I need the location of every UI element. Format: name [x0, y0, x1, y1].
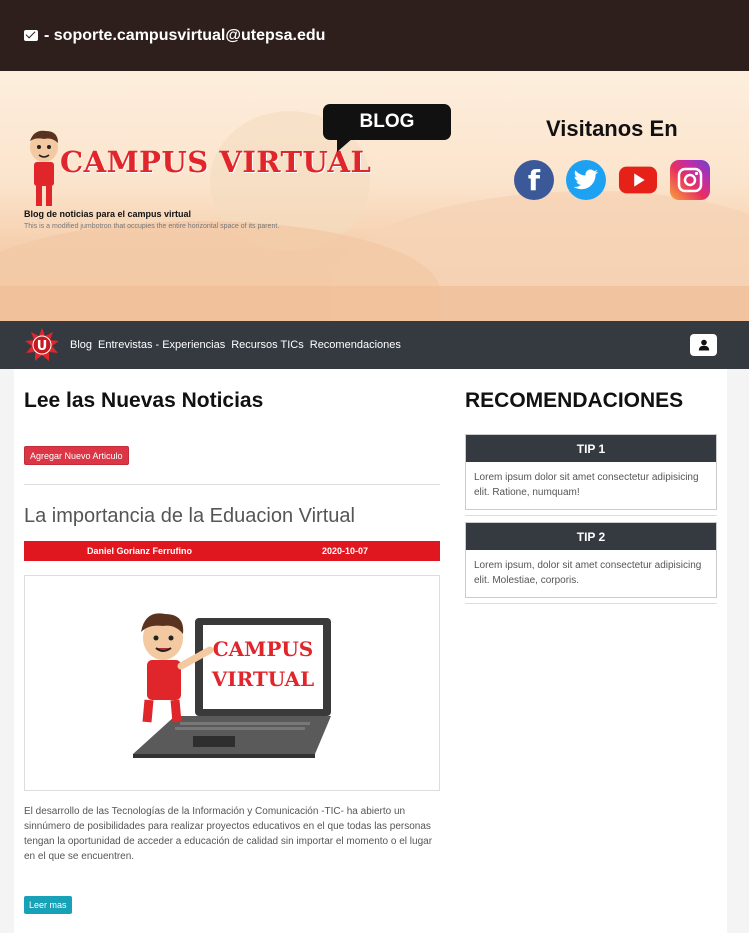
mascot-icon: [30, 130, 58, 206]
article-meta-bar: Daniel Gorianz Ferrufino 2020-10-07: [24, 541, 440, 561]
nav-item-entrevistas[interactable]: Entrevistas - Experiencias: [98, 339, 225, 351]
add-article-button[interactable]: Agregar Nuevo Articulo: [24, 446, 129, 465]
support-email[interactable]: - soporte.campusvirtual@utepsa.edu: [44, 27, 325, 45]
campus-logo[interactable]: CAMPUS VIRTUAL: [24, 127, 371, 207]
divider: [24, 484, 440, 485]
nav-item-recomendaciones[interactable]: Recomendaciones: [310, 339, 401, 351]
social-links: f: [514, 160, 710, 200]
utepsa-logo-icon[interactable]: U: [24, 327, 60, 363]
nav-item-blog[interactable]: Blog: [70, 339, 92, 351]
divider: [465, 603, 717, 604]
top-contact-bar: - soporte.campusvirtual@utepsa.edu: [0, 0, 749, 71]
tip-body: Lorem ipsum, dolor sit amet consectetur …: [474, 560, 702, 586]
youtube-icon[interactable]: [618, 160, 658, 200]
campus-laptop-illustration: CAMPUS VIRTUAL: [133, 613, 331, 758]
image-text-virtual: VIRTUAL: [211, 667, 314, 691]
twitter-icon[interactable]: [566, 160, 606, 200]
tip-title: TIP 1: [466, 435, 716, 462]
logo-letter: U: [37, 339, 48, 354]
recommendations-heading: RECOMENDACIONES: [465, 389, 684, 412]
tip-card: TIP 1 Lorem ipsum dolor sit amet consect…: [465, 434, 717, 510]
background-dune: [0, 286, 749, 321]
article-title[interactable]: La importancia de la Eduacion Virtual: [24, 505, 355, 528]
logo-title: CAMPUS VIRTUAL: [60, 145, 372, 179]
instagram-icon[interactable]: [670, 160, 710, 200]
jumbotron-description: This is a modified jumbotron that occupi…: [24, 223, 280, 230]
news-heading: Lee las Nuevas Noticias: [24, 389, 264, 412]
tip-body: Lorem ipsum dolor sit amet consectetur a…: [474, 472, 699, 498]
user-icon: [698, 339, 709, 351]
user-button[interactable]: [690, 334, 717, 356]
image-text-campus: CAMPUS: [213, 637, 314, 661]
article-image: CAMPUS VIRTUAL: [24, 575, 440, 791]
article-date: 2020-10-07: [322, 546, 369, 556]
jumbotron-subtitle: Blog de noticias para el campus virtual: [24, 209, 192, 219]
nav-item-recursos[interactable]: Recursos TICs: [231, 339, 304, 351]
divider: [465, 515, 717, 516]
blog-bubble: BLOG: [323, 104, 451, 152]
read-more-button[interactable]: Leer mas: [24, 896, 72, 914]
tip-card: TIP 2 Lorem ipsum, dolor sit amet consec…: [465, 522, 717, 598]
main-navbar: U Blog Entrevistas - Experiencias Recurs…: [0, 321, 749, 369]
facebook-icon[interactable]: f: [514, 160, 554, 200]
article-author: Daniel Gorianz Ferrufino: [87, 546, 193, 556]
envelope-icon: [24, 30, 38, 41]
tip-title: TIP 2: [466, 523, 716, 550]
visit-us-heading: Visitanos En: [546, 116, 678, 141]
main-content: Lee las Nuevas Noticias Agregar Nuevo Ar…: [14, 369, 727, 933]
article-body: El desarrollo de las Tecnologías de la I…: [24, 806, 433, 862]
